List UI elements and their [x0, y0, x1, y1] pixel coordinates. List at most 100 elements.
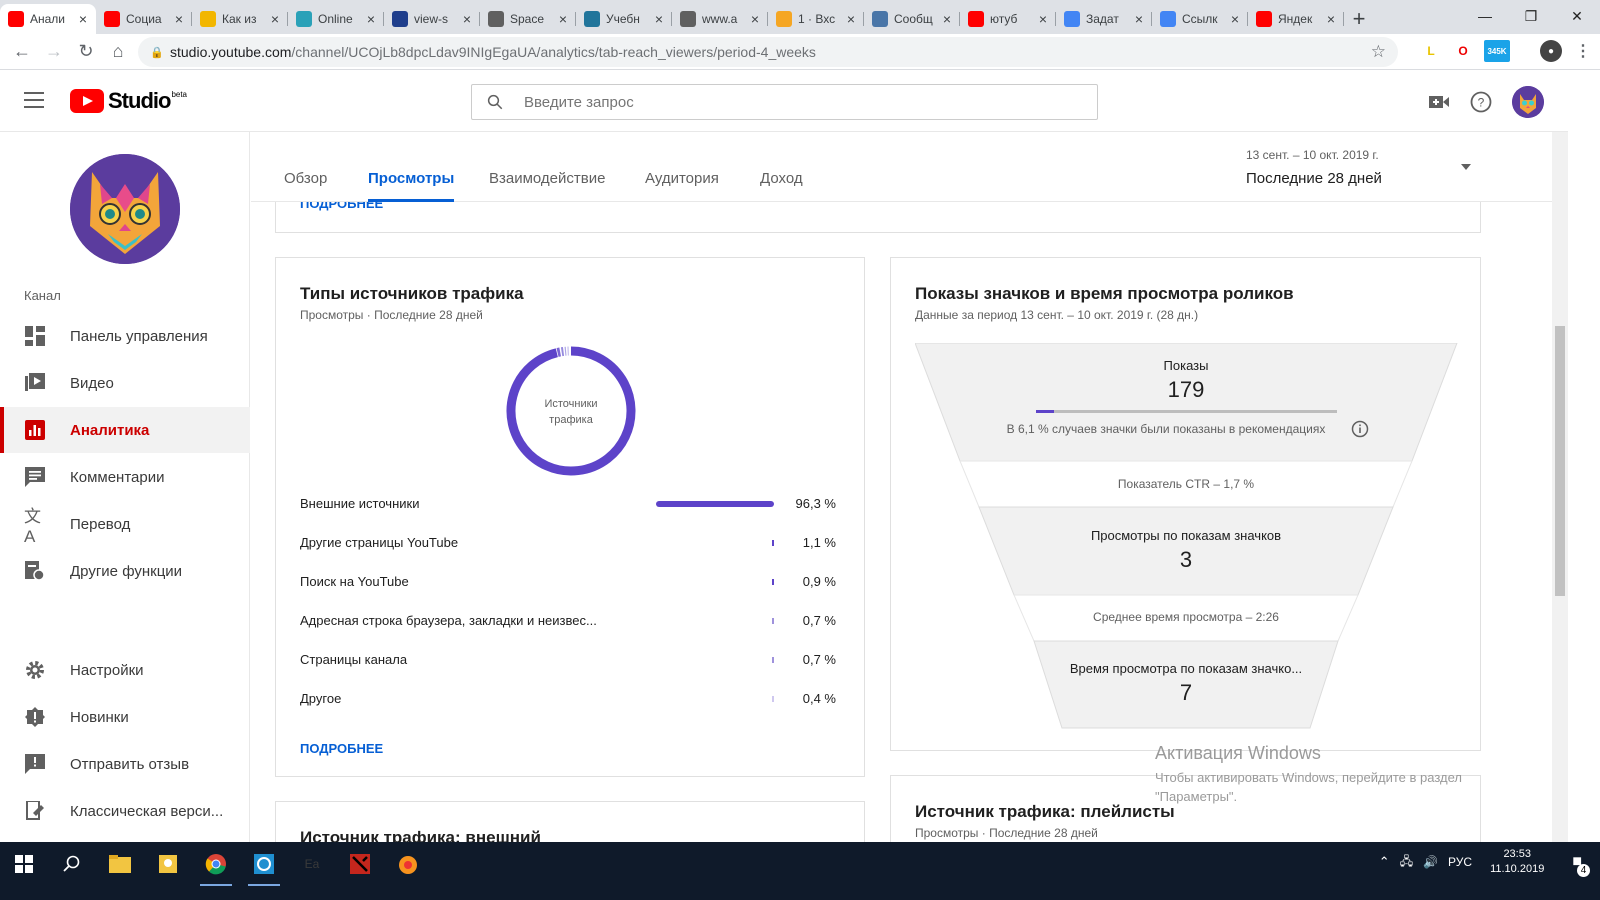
close-tab-icon[interactable]: ×	[1036, 11, 1050, 27]
close-tab-icon[interactable]: ×	[460, 11, 474, 27]
info-icon[interactable]	[1351, 420, 1369, 438]
browser-tab[interactable]: Учебн ×	[576, 4, 672, 34]
browser-tab[interactable]: Анали ×	[0, 4, 96, 34]
page-scrollbar[interactable]	[1552, 132, 1568, 842]
close-tab-icon[interactable]: ×	[556, 11, 570, 27]
close-tab-icon[interactable]: ×	[844, 11, 858, 27]
ea-app-icon[interactable]: Ea	[292, 848, 332, 880]
language-indicator[interactable]: РУС	[1448, 855, 1472, 869]
browser-tab[interactable]: view-s ×	[384, 4, 480, 34]
tips-icon[interactable]	[148, 848, 188, 880]
search-input[interactable]	[524, 93, 1024, 111]
sidebar-item-whats-new[interactable]: Новинки	[0, 694, 250, 740]
watch-time-block: Время просмотра по показам значко... 7	[1041, 661, 1331, 706]
url-field[interactable]: 🔒 studio.youtube.com/channel/UCOjLb8dpcL…	[138, 37, 1398, 67]
close-tab-icon[interactable]: ×	[1228, 11, 1242, 27]
traffic-source-row[interactable]: Адресная строка браузера, закладки и неи…	[300, 613, 836, 633]
traffic-source-row[interactable]: Другие страницы YouTube 1,1 %	[300, 535, 836, 555]
sidebar-item-features[interactable]: Другие функции	[0, 548, 250, 594]
notifications-icon[interactable]: ■ 4	[1572, 853, 1590, 877]
browser-tab[interactable]: Задат ×	[1056, 4, 1152, 34]
browser-tab[interactable]: 1 · Вхс ×	[768, 4, 864, 34]
youtube-icon	[8, 11, 24, 27]
reload-button[interactable]: ↻	[70, 36, 102, 68]
tab-revenue[interactable]: Доход	[760, 170, 803, 202]
browser-tab[interactable]: Space ×	[480, 4, 576, 34]
browser-tab[interactable]: Социа ×	[96, 4, 192, 34]
close-tab-icon[interactable]: ×	[1132, 11, 1146, 27]
scrollbar-thumb[interactable]	[1555, 326, 1565, 596]
browser-tab[interactable]: ютуб ×	[960, 4, 1056, 34]
profile-icon[interactable]: ●	[1540, 40, 1562, 62]
browser-tab[interactable]: www.a ×	[672, 4, 768, 34]
browser-tab[interactable]: Яндек ×	[1248, 4, 1344, 34]
clock[interactable]: 23:53 11.10.2019	[1490, 847, 1544, 877]
sidebar-item-feedback[interactable]: Отправить отзыв	[0, 741, 250, 787]
traffic-source-row[interactable]: Страницы канала 0,7 %	[300, 652, 836, 672]
browser-tab[interactable]: Как из ×	[192, 4, 288, 34]
minimize-button[interactable]: —	[1462, 0, 1508, 32]
tray-expand-icon[interactable]: ⌃	[1379, 854, 1390, 870]
chrome-icon[interactable]	[196, 848, 236, 886]
account-avatar[interactable]	[1512, 86, 1544, 118]
close-tab-icon[interactable]: ×	[364, 11, 378, 27]
sidebar-item-dashboard[interactable]: Панель управления	[0, 313, 250, 359]
ok-app-icon[interactable]	[388, 848, 428, 880]
volume-icon[interactable]: 🔊	[1423, 855, 1438, 869]
studio-logo[interactable]: Studio beta	[70, 88, 187, 114]
sidebar-item-translation[interactable]: 文A Перевод	[0, 501, 250, 547]
capture-app-icon[interactable]	[244, 848, 284, 886]
traffic-source-label: Внешние источники	[300, 496, 420, 511]
windows-start-icon[interactable]	[4, 848, 44, 880]
tab-overview[interactable]: Обзор	[284, 170, 327, 202]
traffic-source-row[interactable]: Поиск на YouTube 0,9 %	[300, 574, 836, 594]
close-tab-icon[interactable]: ×	[268, 11, 282, 27]
close-tab-icon[interactable]: ×	[940, 11, 954, 27]
traffic-more-link[interactable]: ПОДРОБНЕЕ	[300, 741, 383, 756]
extension-l-icon[interactable]: L	[1420, 40, 1442, 62]
counter-badge[interactable]: 345K	[1484, 40, 1510, 62]
channel-avatar[interactable]	[70, 154, 180, 264]
network-icon[interactable]: 🖧	[1400, 852, 1413, 873]
sidebar-item-comments[interactable]: Комментарии	[0, 454, 250, 500]
tab-audience[interactable]: Аудитория	[645, 170, 719, 202]
new-tab-button[interactable]: +	[1344, 4, 1374, 34]
browser-tab[interactable]: Сообщ ×	[864, 4, 960, 34]
traffic-source-row[interactable]: Другое 0,4 %	[300, 691, 836, 711]
close-tab-icon[interactable]: ×	[748, 11, 762, 27]
browser-tab[interactable]: Ссылк ×	[1152, 4, 1248, 34]
file-explorer-icon[interactable]	[100, 848, 140, 880]
close-window-button[interactable]: ✕	[1554, 0, 1600, 32]
help-icon[interactable]: ?	[1470, 91, 1492, 113]
sidebar-item-video[interactable]: Видео	[0, 360, 250, 406]
bookmark-star-icon[interactable]: ☆	[1371, 42, 1386, 62]
views-value: 3	[1179, 547, 1193, 572]
hamburger-menu-icon[interactable]	[24, 92, 44, 108]
browser-tab[interactable]: Online ×	[288, 4, 384, 34]
close-tab-icon[interactable]: ×	[76, 11, 90, 27]
close-tab-icon[interactable]: ×	[172, 11, 186, 27]
menu-dots-icon[interactable]: ⋮	[1572, 40, 1594, 62]
opera-icon[interactable]: O	[1452, 40, 1474, 62]
close-tab-icon[interactable]: ×	[652, 11, 666, 27]
back-button[interactable]: ←	[6, 36, 38, 68]
forward-button[interactable]: →	[38, 36, 70, 68]
search-box[interactable]	[471, 84, 1098, 120]
browser-tab-title: Яндек	[1278, 12, 1313, 26]
features-icon	[24, 560, 46, 582]
taskbar-search-icon[interactable]	[52, 848, 92, 880]
home-button[interactable]: ⌂	[102, 36, 134, 68]
youtube-play-icon	[70, 89, 104, 113]
period-selector[interactable]: 13 сент. – 10 окт. 2019 г. Последние 28 …	[1246, 148, 1471, 187]
sidebar-item-classic[interactable]: Классическая верси...	[0, 788, 250, 834]
dota-icon[interactable]	[340, 848, 380, 880]
tab-engagement[interactable]: Взаимодействие	[489, 170, 605, 202]
tab-reach[interactable]: Просмотры	[368, 170, 455, 202]
close-tab-icon[interactable]: ×	[1324, 11, 1338, 27]
sidebar-item-analytics[interactable]: Аналитика	[0, 407, 250, 453]
create-video-icon[interactable]	[1428, 91, 1450, 113]
donut-slice[interactable]	[556, 347, 561, 357]
sidebar-item-settings[interactable]: Настройки	[0, 647, 250, 693]
traffic-source-row[interactable]: Внешние источники 96,3 %	[300, 496, 836, 516]
maximize-button[interactable]: ❐	[1508, 0, 1554, 32]
